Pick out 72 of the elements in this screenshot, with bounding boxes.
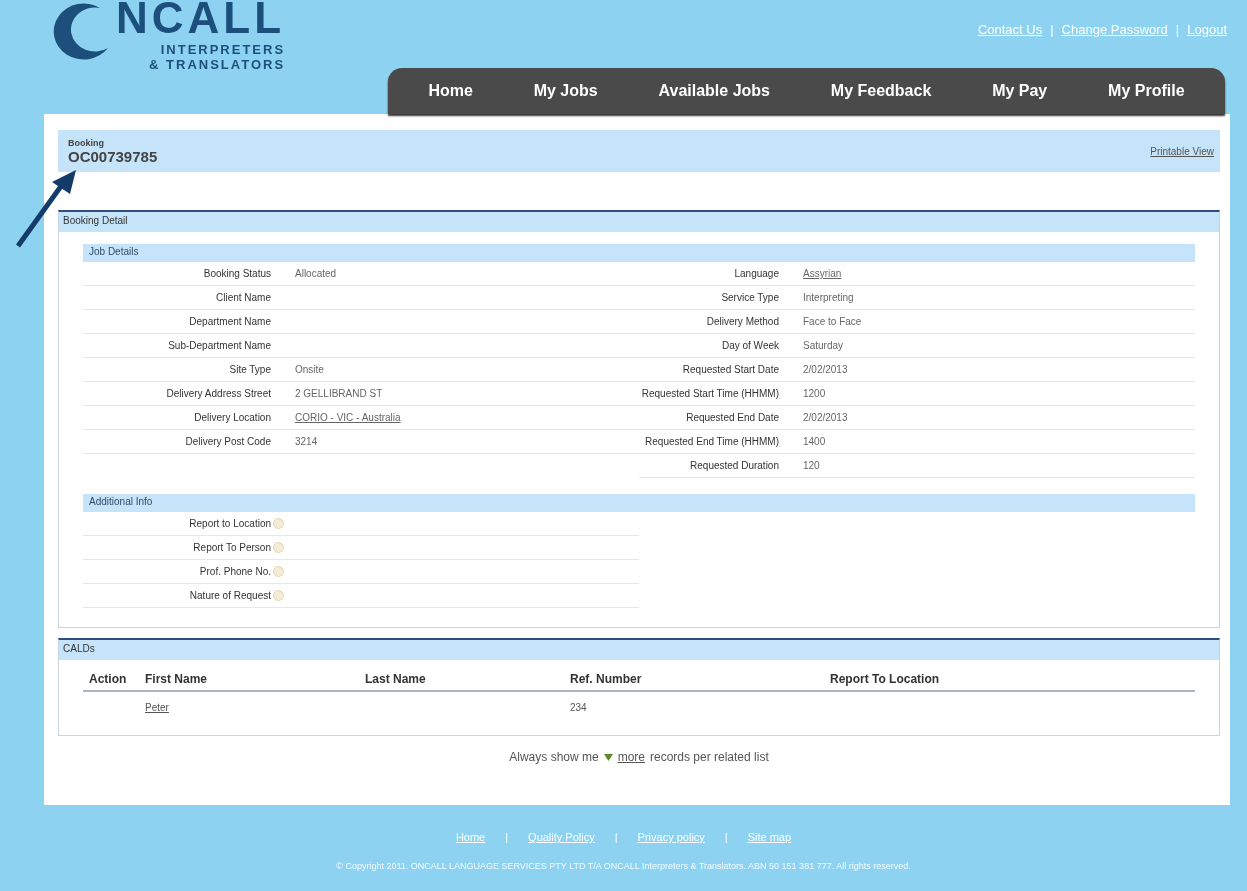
column-header: Action bbox=[89, 672, 128, 686]
booking-label: Booking bbox=[68, 137, 105, 148]
field-label: Day of Week bbox=[720, 340, 779, 351]
note-text: Always show me bbox=[509, 750, 599, 764]
field-value: 3214 bbox=[295, 436, 319, 447]
field-label: Requested Start Time (HHMM) bbox=[640, 388, 779, 399]
field-label: Requested Start Date bbox=[681, 364, 779, 375]
nav-tab[interactable]: Home bbox=[420, 76, 481, 106]
help-icon[interactable] bbox=[273, 590, 284, 601]
separator: | bbox=[505, 831, 509, 843]
table-cell-text: 234 bbox=[570, 702, 588, 713]
field-label: Sub-Department Name bbox=[167, 340, 271, 351]
field-label: Nature of Request bbox=[188, 590, 271, 601]
field-label: Language bbox=[733, 268, 779, 279]
field-label: Booking Status bbox=[202, 268, 271, 279]
cell-link[interactable]: Peter bbox=[145, 702, 365, 713]
printable-view-link[interactable]: Printable View bbox=[1150, 145, 1214, 157]
column-header: Report To Location bbox=[830, 672, 941, 686]
column-header: First Name bbox=[145, 672, 209, 686]
field-link[interactable]: Assyrian bbox=[803, 268, 1195, 279]
field-label: Delivery Post Code bbox=[184, 436, 271, 447]
nav-tab[interactable]: My Profile bbox=[1100, 76, 1193, 106]
note-text: records per related list bbox=[650, 750, 769, 764]
field-label: Requested Duration bbox=[689, 460, 779, 471]
subsection-title: Job Details bbox=[83, 244, 1195, 262]
copyright-text: © Copyright 2011. ONCALL LANGUAGE SERVICES PTY LTD T/A ONCALL Interpreters & Translators. ABN 50 151 381 777. All rights reserved. bbox=[336, 861, 911, 871]
field-label: Prof. Phone No. bbox=[198, 566, 271, 577]
field-value: 2 GELLIBRAND ST bbox=[295, 388, 384, 399]
separator: | bbox=[724, 831, 728, 843]
separator: | bbox=[1050, 22, 1054, 37]
logo-tagline: INTERPRETERS bbox=[160, 42, 286, 57]
separator: | bbox=[614, 831, 618, 843]
field-label: Site Type bbox=[228, 364, 271, 375]
field-label: Report to Location bbox=[188, 518, 271, 529]
field-label: Client Name bbox=[214, 292, 271, 303]
separator: | bbox=[1175, 22, 1180, 37]
nav-tab[interactable]: My Pay bbox=[984, 76, 1056, 106]
triangle-down-icon bbox=[603, 753, 613, 761]
field-value: Interpreting bbox=[803, 292, 855, 303]
field-link[interactable]: CORIO - VIC - Australia bbox=[295, 412, 639, 423]
field-value: 2/02/2013 bbox=[803, 412, 849, 423]
field-label: Requested End Time (HHMM) bbox=[644, 436, 779, 447]
field-label: Delivery Location bbox=[193, 412, 271, 423]
field-label: Delivery Method bbox=[705, 316, 779, 327]
field-value: 1400 bbox=[803, 436, 827, 447]
logo-tagline: & TRANSLATORS bbox=[149, 57, 286, 72]
field-value: Saturday bbox=[803, 340, 845, 351]
field-label: Delivery Address Street bbox=[165, 388, 271, 399]
field-value: 2/02/2013 bbox=[803, 364, 849, 375]
logo-name: NCALL bbox=[116, 0, 286, 42]
help-icon[interactable] bbox=[273, 566, 284, 577]
help-icon[interactable] bbox=[273, 542, 284, 553]
field-label: Department Name bbox=[188, 316, 271, 327]
field-value: 1200 bbox=[803, 388, 827, 399]
nav-tab[interactable]: My Jobs bbox=[525, 76, 606, 106]
field-value: Allocated bbox=[295, 268, 338, 279]
booking-number: OC00739785 bbox=[68, 147, 158, 165]
column-header: Ref. Number bbox=[570, 672, 643, 686]
subsection-title: Additional Info bbox=[83, 494, 1195, 512]
field-value: Face to Face bbox=[803, 316, 863, 327]
section-title: CALDs bbox=[59, 640, 1219, 660]
field-label: Report To Person bbox=[192, 542, 271, 553]
help-icon[interactable] bbox=[273, 518, 284, 529]
nav-tab[interactable]: My Feedback bbox=[822, 76, 940, 106]
field-value: Onsite bbox=[295, 364, 325, 375]
more-link[interactable]: more bbox=[617, 750, 645, 764]
field-label: Requested End Date bbox=[685, 412, 779, 423]
field-label: Service Type bbox=[720, 292, 779, 303]
field-value: 120 bbox=[803, 460, 821, 471]
column-header: Last Name bbox=[365, 672, 427, 686]
section-title: Booking Detail bbox=[59, 212, 1219, 232]
nav-tab[interactable]: Available Jobs bbox=[650, 76, 778, 106]
